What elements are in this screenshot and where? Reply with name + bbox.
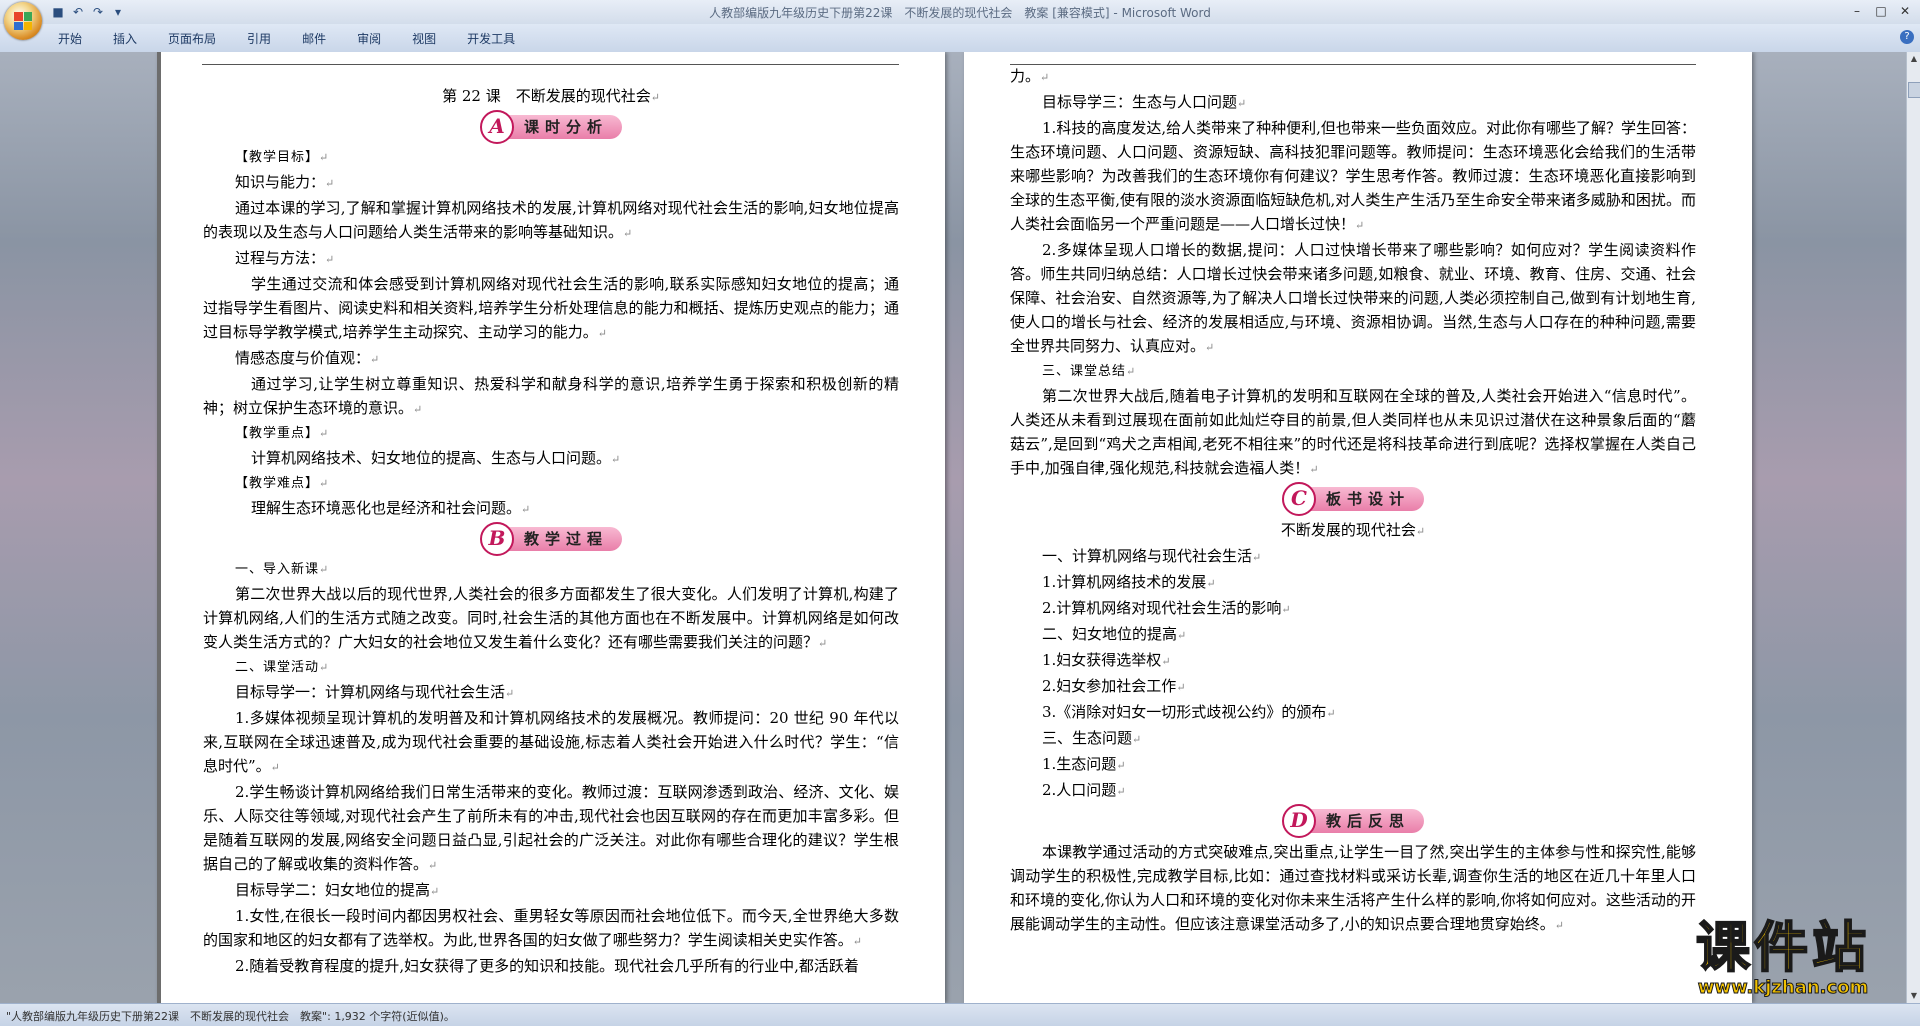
status-text: "人教部编版九年级历史下册第22课 不断发展的现代社会 教案": 1,932 个… <box>6 1010 455 1023</box>
heading-difficulties: 【教学难点】↵ <box>235 476 330 491</box>
scroll-down-icon[interactable]: ▼ <box>1907 989 1920 1003</box>
office-button[interactable] <box>4 2 42 40</box>
paragraph-difficulties: 理解生态环境恶化也是经济和社会问题。↵ <box>251 499 531 517</box>
watermark-url: www.kjzhan.com <box>1697 977 1869 998</box>
status-bar: "人教部编版九年级历史下册第22课 不断发展的现代社会 教案": 1,932 个… <box>0 1003 1920 1026</box>
blackboard-line: 3.《消除对妇女一切形式歧视公约》的颁布↵ <box>1042 703 1336 721</box>
tab-view[interactable]: 视图 <box>412 30 436 47</box>
document-page-right[interactable]: 力。↵ 目标导学三：生态与人口问题↵ 1.科技的高度发达,给人类带来了种种便利,… <box>964 52 1752 1003</box>
section-banner-b: B 教学过程 <box>203 522 899 556</box>
heading-goal-one: 目标导学一：计算机网络与现代社会生活↵ <box>235 683 515 701</box>
window-title: 人教部编版九年级历史下册第22课 不断发展的现代社会 教案 [兼容模式] - M… <box>709 6 1211 20</box>
paragraph-knowledge: 通过本课的学习,了解和掌握计算机网络技术的发展,计算机网络对现代社会生活的影响,… <box>203 199 899 241</box>
blackboard-line: 2.妇女参加社会工作↵ <box>1042 677 1186 695</box>
blackboard-line: 二、妇女地位的提高↵ <box>1042 625 1187 643</box>
tab-mailings[interactable]: 邮件 <box>302 30 326 47</box>
title-bar: ■ ↶ ↷ ▾ 人教部编版九年级历史下册第22课 不断发展的现代社会 教案 [兼… <box>0 0 1920 25</box>
paragraph-goal-two-1: 1.女性,在很长一段时间内都因男权社会、重男轻女等原因而社会地位低下。而今天,全… <box>203 907 899 949</box>
lesson-title: 第 22 课 不断发展的现代社会↵ <box>442 87 660 105</box>
banner-label: 课时分析 <box>505 115 622 139</box>
page-content-right: 力。↵ 目标导学三：生态与人口问题↵ 1.科技的高度发达,给人类带来了种种便利,… <box>1010 64 1696 938</box>
page-content-left: 第 22 课 不断发展的现代社会↵ A 课时分析 【教学目标】↵ 知识与能力：↵… <box>203 78 899 978</box>
scroll-up-icon[interactable]: ▲ <box>1907 52 1920 66</box>
window-controls: – □ ✕ <box>1846 2 1916 20</box>
banner-letter: A <box>479 110 514 144</box>
paragraph-attitude: 通过学习,让学生树立尊重知识、热爱科学和献身科学的意识,培养学生勇于探索和积极创… <box>203 375 899 417</box>
office-logo-icon <box>14 12 32 30</box>
section-banner-d: D 教后反思 <box>1010 804 1696 838</box>
heading-attitude: 情感态度与价值观：↵ <box>235 349 380 367</box>
blackboard-line: 2.计算机网络对现代社会生活的影响↵ <box>1042 599 1291 617</box>
heading-teaching-goals: 【教学目标】↵ <box>235 150 330 165</box>
heading-process: 过程与方法：↵ <box>235 249 335 267</box>
tab-home[interactable]: 开始 <box>58 30 82 47</box>
section-banner-a: A 课时分析 <box>203 110 899 144</box>
paragraph-goal-three-2: 2.多媒体呈现人口增长的数据,提问：人口过快增长带来了哪些影响？如何应对？学生阅… <box>1010 241 1696 355</box>
blackboard-line: 2.人口问题↵ <box>1042 781 1126 799</box>
paragraph-goal-three-1: 1.科技的高度发达,给人类带来了种种便利,但也带来一些负面效应。对此你有哪些了解… <box>1010 119 1696 233</box>
blackboard-line: 三、生态问题↵ <box>1042 729 1142 747</box>
maximize-icon[interactable]: □ <box>1870 2 1892 20</box>
paragraph-process: 学生通过交流和体会感受到计算机网络对现代社会生活的影响,联系实际感知妇女地位的提… <box>203 275 899 341</box>
heading-class-activity: 二、课堂活动↵ <box>235 660 330 675</box>
tab-references[interactable]: 引用 <box>247 30 271 47</box>
document-workspace: 第 22 课 不断发展的现代社会↵ A 课时分析 【教学目标】↵ 知识与能力：↵… <box>0 52 1906 1003</box>
paragraph-introduction: 第二次世界大战以后的现代世界,人类社会的很多方面都发生了很大变化。人们发明了计算… <box>203 585 899 651</box>
blackboard-title: 不断发展的现代社会↵ <box>1280 521 1426 539</box>
tab-review[interactable]: 审阅 <box>357 30 381 47</box>
banner-label: 教学过程 <box>505 527 622 551</box>
tab-developer[interactable]: 开发工具 <box>467 30 515 47</box>
paragraph-goal-one-1: 1.多媒体视频呈现计算机的发明普及和计算机网络技术的发展概况。教师提问：20 世… <box>203 709 899 775</box>
ribbon-tabs: 开始 插入 页面布局 引用 邮件 审阅 视图 开发工具 ? <box>0 24 1920 53</box>
minimize-icon[interactable]: – <box>1846 2 1868 20</box>
heading-goal-two: 目标导学二：妇女地位的提高↵ <box>235 881 440 899</box>
blackboard-line: 一、计算机网络与现代社会生活↵ <box>1042 547 1262 565</box>
heading-goal-three: 目标导学三：生态与人口问题↵ <box>1042 93 1247 111</box>
site-watermark: 课件站 www.kjzhan.com <box>1663 916 1903 1003</box>
tab-page-layout[interactable]: 页面布局 <box>168 30 216 47</box>
paragraph-continued: 力。↵ <box>1010 67 1050 85</box>
paragraph-summary: 第二次世界大战后,随着电子计算机的发明和互联网在全球的普及,人类社会开始进入“信… <box>1010 387 1696 477</box>
banner-letter: D <box>1281 804 1316 838</box>
heading-introduction: 一、导入新课↵ <box>235 562 330 577</box>
blackboard-line: 1.妇女获得选举权↵ <box>1042 651 1171 669</box>
page-edge <box>157 52 161 1003</box>
scroll-thumb[interactable] <box>1908 82 1920 98</box>
blackboard-line: 1.生态问题↵ <box>1042 755 1126 773</box>
heading-summary: 三、课堂总结↵ <box>1042 364 1137 379</box>
paragraph-key-points: 计算机网络技术、妇女地位的提高、生态与人口问题。↵ <box>251 449 621 467</box>
vertical-scrollbar[interactable]: ▲ ▼ <box>1906 52 1920 1003</box>
help-icon[interactable]: ? <box>1900 30 1914 44</box>
tab-insert[interactable]: 插入 <box>113 30 137 47</box>
heading-knowledge: 知识与能力：↵ <box>235 173 335 191</box>
header-rule <box>202 64 899 65</box>
watermark-main: 课件站 <box>1695 916 1870 979</box>
blackboard-line: 1.计算机网络技术的发展↵ <box>1042 573 1216 591</box>
paragraph-reflection: 本课教学通过活动的方式突破难点,突出重点,让学生一目了然,突出学生的主体参与性和… <box>1010 843 1696 933</box>
banner-label: 教后反思 <box>1307 809 1424 833</box>
banner-letter: C <box>1281 482 1316 516</box>
heading-key-points: 【教学重点】↵ <box>235 426 330 441</box>
close-icon[interactable]: ✕ <box>1894 2 1916 20</box>
section-banner-c: C 板书设计 <box>1010 482 1696 516</box>
banner-label: 板书设计 <box>1307 487 1424 511</box>
banner-letter: B <box>479 522 514 556</box>
paragraph-goal-one-2: 2.学生畅谈计算机网络给我们日常生活带来的变化。教师过渡：互联网渗透到政治、经济… <box>203 783 899 873</box>
paragraph-goal-two-2: 2.随着受教育程度的提升,妇女获得了更多的知识和技能。现代社会几乎所有的行业中,… <box>235 957 859 975</box>
document-page-left[interactable]: 第 22 课 不断发展的现代社会↵ A 课时分析 【教学目标】↵ 知识与能力：↵… <box>157 52 945 1003</box>
